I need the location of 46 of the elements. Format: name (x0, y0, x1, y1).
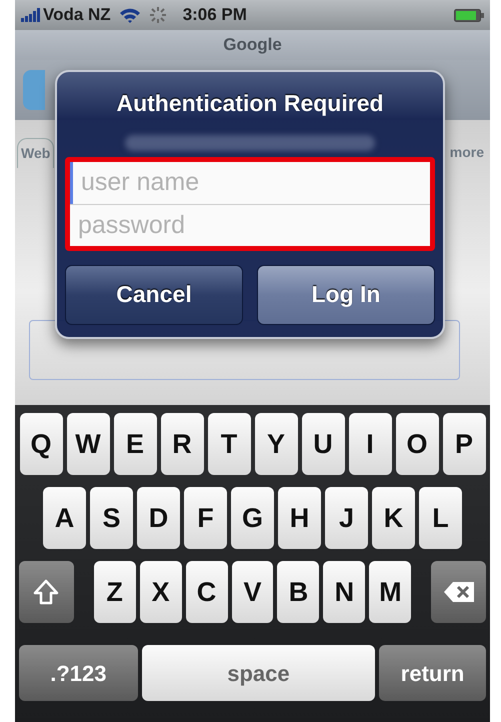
key[interactable]: X (140, 561, 182, 623)
shift-arrow-icon (33, 579, 60, 605)
dialog-title: Authentication Required (115, 89, 385, 118)
wifi-icon (118, 7, 141, 23)
key[interactable]: M (369, 561, 412, 623)
key[interactable]: U (302, 413, 344, 475)
key[interactable]: C (186, 561, 228, 623)
key[interactable]: Q (20, 413, 62, 475)
cancel-button[interactable]: Cancel (65, 264, 243, 324)
key[interactable]: P (442, 413, 486, 475)
key[interactable]: L (419, 487, 462, 549)
key[interactable]: Z (94, 561, 136, 623)
shift-key[interactable] (19, 561, 74, 623)
input-field[interactable]: user name (70, 162, 430, 204)
carrier-name: Voda NZ (43, 4, 111, 26)
signal-icon (21, 8, 41, 22)
key[interactable]: J (325, 487, 368, 549)
page-title: Google (15, 30, 490, 60)
key[interactable]: S (90, 487, 133, 549)
battery-icon (454, 8, 484, 22)
key[interactable]: T (208, 413, 250, 475)
key[interactable]: I (348, 413, 392, 475)
return-key[interactable]: return (379, 645, 486, 701)
key[interactable]: N (323, 561, 366, 623)
key[interactable]: V (232, 561, 274, 623)
input-field[interactable]: password (70, 204, 430, 246)
key[interactable]: W (66, 413, 110, 475)
number-mode-key[interactable]: .?123 (19, 645, 138, 701)
key[interactable]: K (372, 487, 415, 549)
activity-spinner-icon (148, 6, 167, 24)
address-field[interactable] (23, 70, 45, 110)
key[interactable]: A (43, 487, 86, 549)
key[interactable]: O (396, 413, 438, 475)
delete-key[interactable] (431, 561, 486, 623)
key[interactable]: G (231, 487, 274, 549)
space-key[interactable]: space (142, 645, 376, 701)
key[interactable]: E (114, 413, 156, 475)
status-time: 3:06 PM (182, 4, 247, 26)
key[interactable]: F (184, 487, 227, 549)
key[interactable]: D (137, 487, 180, 549)
key[interactable]: R (160, 413, 204, 475)
key[interactable]: H (278, 487, 321, 549)
key[interactable]: Y (254, 413, 298, 475)
login-button[interactable]: Log In (257, 264, 435, 324)
backspace-icon (442, 581, 475, 603)
key[interactable]: B (277, 561, 320, 623)
